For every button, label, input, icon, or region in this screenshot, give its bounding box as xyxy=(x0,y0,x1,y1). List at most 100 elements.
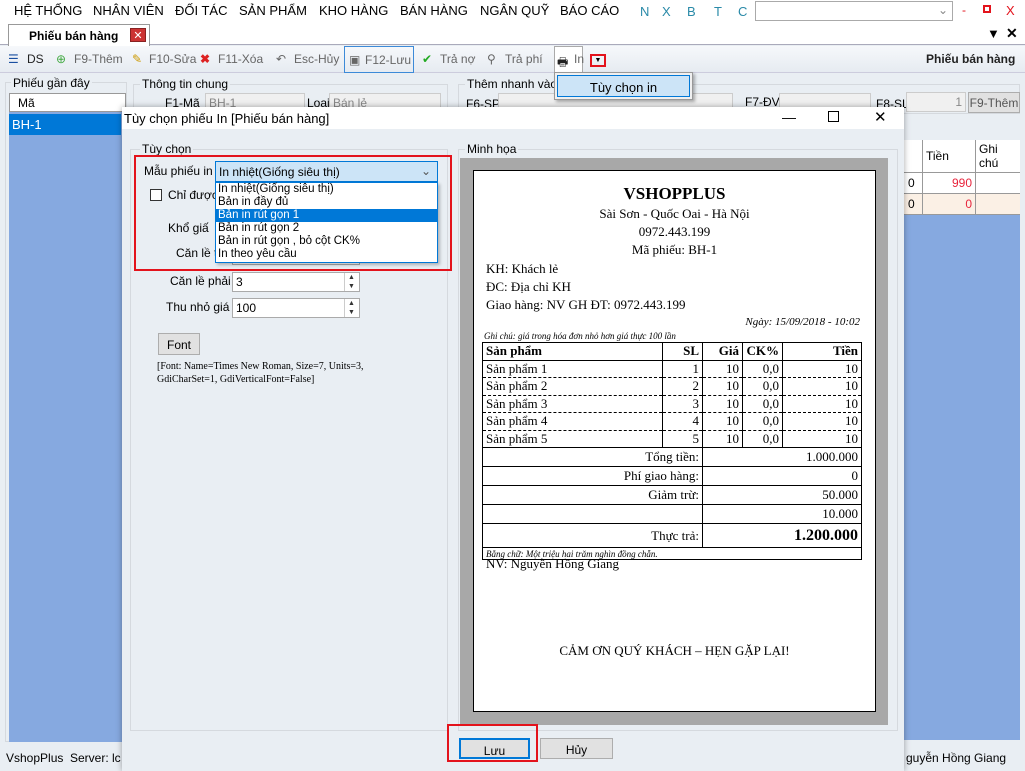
receipt-total-row: 10.000 xyxy=(482,504,862,524)
recent-list[interactable] xyxy=(9,112,126,742)
shortcut-c[interactable]: C xyxy=(738,4,747,19)
delete-button[interactable]: F11-Xóa xyxy=(218,52,263,66)
menu-ban-hang[interactable]: BÁN HÀNG xyxy=(400,3,468,18)
receipt-total-row: Thực trả: 1.200.000 xyxy=(482,523,862,548)
menu-bar: HỆ THỐNG NHÂN VIÊN ĐỐI TÁC SẢN PHẨM KHO … xyxy=(0,0,1025,22)
toolbar: ☰ DS ⊕ F9-Thêm ✎ F10-Sửa ✖ F11-Xóa ↶ Esc… xyxy=(0,46,1025,73)
menu-kho-hang[interactable]: KHO HÀNG xyxy=(319,3,388,18)
print-label: In xyxy=(574,52,585,66)
font-button[interactable]: Font xyxy=(158,333,200,355)
receipt-total-value: 0 xyxy=(702,466,862,486)
receipt-item-cell: 10 xyxy=(782,394,862,413)
delete-icon: ✖ xyxy=(200,52,211,66)
receipt-item-row: Sản phẩm 3 3 10 0,0 10 xyxy=(482,394,862,413)
close-icon[interactable]: ✕ xyxy=(874,108,887,126)
menu-he-thong[interactable]: HỆ THỐNG xyxy=(14,3,82,18)
printer-icon: 🖶 xyxy=(557,55,569,69)
undo-icon: ↶ xyxy=(276,52,287,66)
receipt-item-cell: Sản phẩm 1 xyxy=(482,359,663,378)
receipt-preview: VSHOPPLUS Sài Sơn - Quốc Oai - Hà Nội 09… xyxy=(473,170,876,712)
grid-cell-sl: 0 xyxy=(908,197,915,211)
pay-fee-icon: ⚲ xyxy=(487,52,496,66)
add-button[interactable]: F9-Thêm xyxy=(74,52,123,66)
maximize-button[interactable] xyxy=(983,5,991,13)
grid-cell-sl: 0 xyxy=(908,176,915,190)
add-icon: ⊕ xyxy=(56,52,67,66)
edit-button[interactable]: F10-Sửa xyxy=(149,52,196,66)
highlight-box xyxy=(447,724,538,762)
pay-debt-button[interactable]: Trả nợ xyxy=(440,52,475,66)
scale-label: Thu nhỏ giá xyxy=(166,300,230,314)
receipt-header-cell: Sản phẩm xyxy=(482,342,663,361)
spinner-icon[interactable]: ▲ ▼ xyxy=(344,273,358,291)
tab-close-icon[interactable]: ✕ xyxy=(130,28,146,42)
recent-row[interactable]: BH-1 xyxy=(9,114,121,135)
receipt-total-label: Tổng tiền: xyxy=(482,447,703,467)
shortcut-t[interactable]: T xyxy=(714,4,722,19)
receipt-note: Ghi chú: giá trong hóa đơn nhỏ hơn giá t… xyxy=(484,331,676,341)
search-combo[interactable] xyxy=(755,1,953,21)
page-title: Phiếu bán hàng xyxy=(926,52,1016,66)
pay-fee-button[interactable]: Trả phí xyxy=(505,52,543,66)
receipt-phone: 0972.443.199 xyxy=(638,224,711,239)
scale-field[interactable]: 100 ▲ ▼ xyxy=(232,298,360,318)
receipt-item-cell: 1 xyxy=(662,359,703,378)
shortcut-b[interactable]: B xyxy=(687,4,696,19)
receipt-total-label: Giảm trừ: xyxy=(482,485,703,505)
grid-cell-tien: 0 xyxy=(965,197,972,211)
receipt-header-cell: Giá xyxy=(702,342,743,361)
spinner-icon[interactable]: ▲ ▼ xyxy=(344,299,358,317)
check-icon: ✔ xyxy=(422,52,433,66)
receipt-item-row: Sản phẩm 5 5 10 0,0 10 xyxy=(482,429,862,448)
menu-nhan-vien[interactable]: NHÂN VIÊN xyxy=(93,3,164,18)
status-server: Server: lc xyxy=(70,751,121,765)
receipt-item-cell: 10 xyxy=(702,359,743,378)
receipt-header-cell: SL xyxy=(662,342,703,361)
quick-add-button[interactable]: F9-Thêm xyxy=(968,92,1020,113)
menu-san-pham[interactable]: SẢN PHẨM xyxy=(239,3,307,18)
ds-button[interactable]: DS xyxy=(27,52,44,66)
font-info: [Font: Name=Times New Roman, Size=7, Uni… xyxy=(157,361,364,385)
receipt-item-cell: 10 xyxy=(782,429,862,448)
receipt-item-cell: 10 xyxy=(702,412,743,431)
shortcut-n[interactable]: N xyxy=(640,4,649,19)
minimize-icon[interactable]: — xyxy=(782,109,796,125)
margin-right-field[interactable]: 3 ▲ ▼ xyxy=(232,272,360,292)
tab-list-icon[interactable]: ▼ xyxy=(987,26,1000,41)
cancel-button[interactable]: Hủy xyxy=(540,738,613,759)
print-options-menu-item[interactable]: Tùy chọn in xyxy=(557,75,690,97)
receipt-item-cell: 0,0 xyxy=(742,359,783,378)
receipt-total-label: Phí giao hàng: xyxy=(482,466,703,486)
menu-ngan-quy[interactable]: NGÂN QUỸ xyxy=(480,3,549,18)
close-button[interactable]: X xyxy=(1006,3,1015,18)
print-dropdown-button[interactable]: ▼ xyxy=(590,54,606,67)
order-grid: Tiền Ghi chú 0 990 0 0 xyxy=(904,140,1020,740)
margin-right-label: Căn lề phải xyxy=(170,274,231,288)
receipt-code: Mã phiếu: BH-1 xyxy=(631,242,718,257)
shortcut-x[interactable]: X xyxy=(662,4,671,19)
receipt-total-label: Thực trả: xyxy=(482,523,703,548)
preview-label: Minh họa xyxy=(465,142,519,156)
menu-doi-tac[interactable]: ĐỐI TÁC xyxy=(175,3,228,18)
menu-bao-cao[interactable]: BÁO CÁO xyxy=(560,3,619,18)
cancel-button[interactable]: Esc-Hủy xyxy=(294,52,339,66)
print-menu: Tùy chọn in xyxy=(554,72,693,100)
save-button[interactable]: ▣ F12-Lưu xyxy=(344,46,414,73)
receipt-header-cell: Tiền xyxy=(782,342,862,361)
receipt-item-cell: 10 xyxy=(702,394,743,413)
minimize-button[interactable]: - xyxy=(962,3,966,17)
receipt-total-row: Tổng tiền: 1.000.000 xyxy=(482,447,862,467)
receipt-table: Sản phẩm SL Giá CK% Tiền Sản phẩm 1 1 10 0,0 10 Sả… xyxy=(482,342,862,560)
recent-header: Mã xyxy=(9,93,126,112)
receipt-item-row: Sản phẩm 4 4 10 0,0 10 xyxy=(482,412,862,431)
receipt-item-cell: 10 xyxy=(782,359,862,378)
tab-phieu-ban-hang[interactable]: Phiếu bán hàng xyxy=(8,24,150,46)
dialog-title: Tùy chọn phiếu In [Phiếu bán hàng] xyxy=(124,111,330,126)
maximize-icon[interactable] xyxy=(828,111,839,122)
receipt-total-value: 1.000.000 xyxy=(702,447,862,467)
scale-value: 100 xyxy=(236,301,257,315)
quantity-field[interactable]: 1 xyxy=(906,92,966,112)
list-icon: ☰ xyxy=(8,52,19,66)
receipt-delivery: Giao hàng: NV GH ĐT: 0972.443.199 xyxy=(486,297,686,312)
tab-close-all-icon[interactable]: ✕ xyxy=(1006,25,1018,42)
